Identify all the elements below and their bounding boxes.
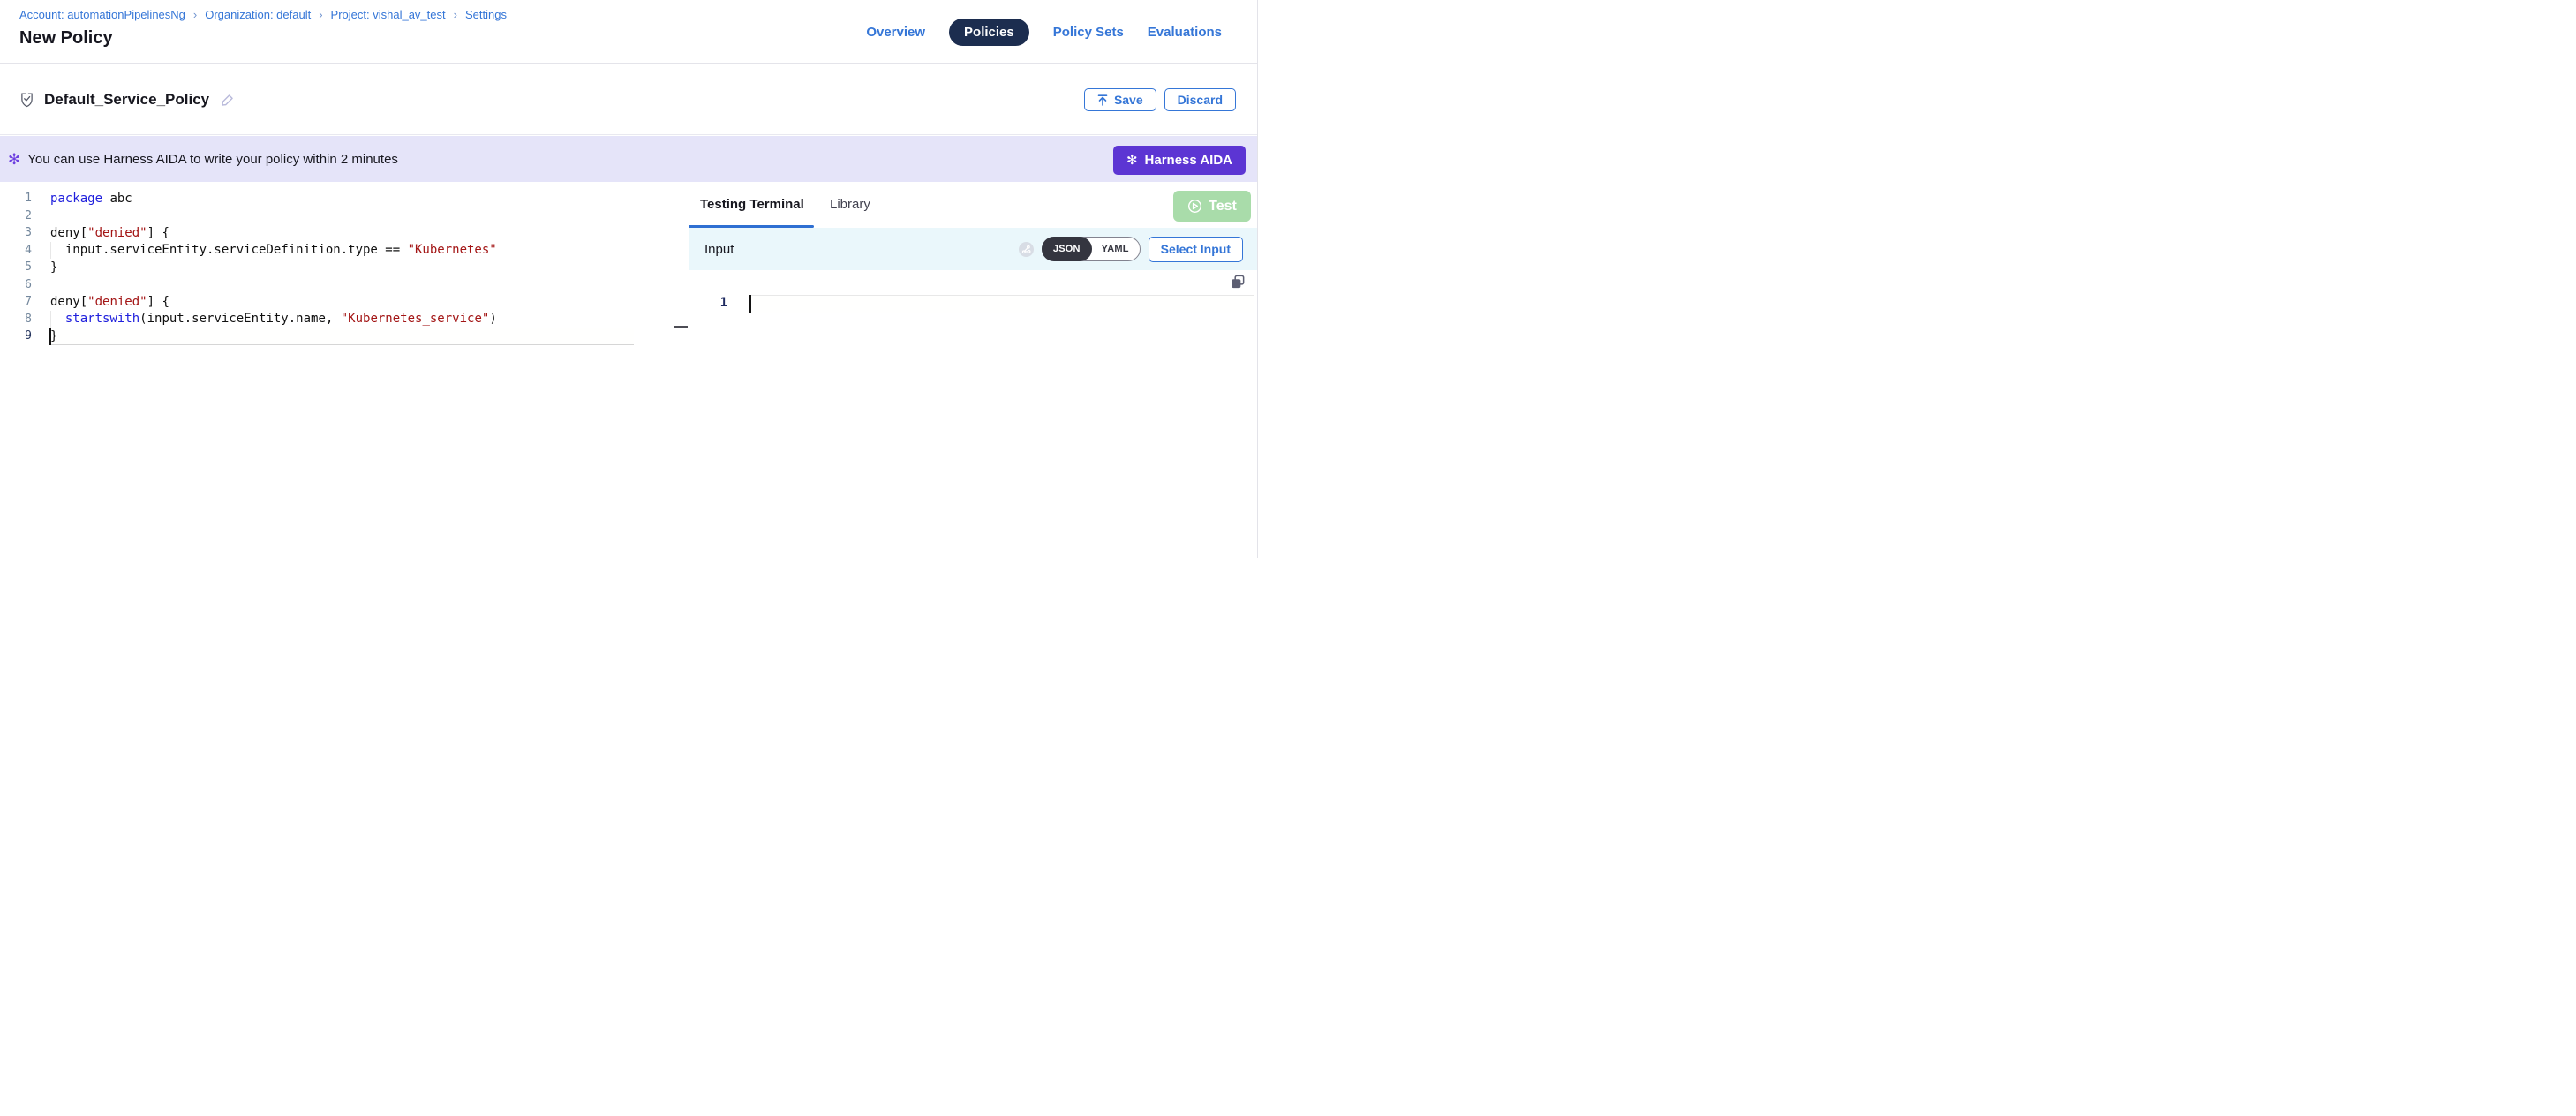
code-line[interactable]: 3 deny["denied"] { [0,224,689,242]
aida-banner-message: You can use Harness AIDA to write your p… [27,152,398,167]
tab-library[interactable]: Library [830,197,870,212]
code-content[interactable]: deny["denied"] { [50,293,169,311]
save-button[interactable]: Save [1084,88,1156,111]
code-content[interactable]: startswith(input.serviceEntity.name, "Ku… [50,311,497,328]
line-number: 3 [0,226,32,239]
edit-pencil-icon[interactable] [220,93,235,108]
input-label: Input [704,242,734,257]
test-button[interactable]: Test [1173,191,1251,222]
aida-banner: ✻ You can use Harness AIDA to write your… [0,136,1257,182]
editor-overview-ruler-cursor [674,326,688,328]
code-line[interactable]: 1 package abc [0,190,689,207]
policy-name: Default_Service_Policy [44,91,209,109]
code-content[interactable]: } [50,259,57,276]
terminal-tabs: Testing Terminal Library Test [689,182,1257,228]
aida-flower-icon: ✻ [8,152,20,167]
breadcrumb-separator: › [319,8,322,21]
page-title: New Policy [19,28,113,49]
breadcrumb-account[interactable]: Account: automationPipelinesNg [19,8,185,21]
tab-testing-terminal[interactable]: Testing Terminal [700,197,804,212]
policy-code-editor[interactable]: 1package abc23deny["denied"] {4 input.se… [0,190,689,345]
line-number: 9 [0,329,32,343]
line-number: 7 [0,295,32,308]
code-content[interactable]: deny["denied"] { [50,224,169,242]
harness-aida-button[interactable]: ✻ Harness AIDA [1113,146,1246,175]
line-number: 2 [0,209,32,222]
code-line[interactable]: 6 [0,276,689,294]
line-number: 4 [0,244,32,257]
code-line[interactable]: 8 startswith(input.serviceEntity.name, "… [0,311,689,328]
play-circle-icon [1187,199,1202,214]
line-number: 6 [0,278,32,291]
breadcrumb: Account: automationPipelinesNg › Organiz… [19,8,507,21]
copy-icon[interactable] [1231,275,1246,290]
code-content[interactable]: } [50,328,634,345]
code-content[interactable]: package abc [50,190,132,207]
content-right-border [1257,0,1258,558]
toggle-yaml[interactable]: YAML [1091,237,1140,261]
fork-icon[interactable] [1019,242,1034,257]
code-line[interactable]: 4 input.serviceEntity.serviceDefinition.… [0,242,689,260]
code-line[interactable]: 5} [0,259,689,276]
upload-icon [1097,94,1108,106]
discard-button[interactable]: Discard [1164,88,1236,111]
input-line-number: 1 [717,296,727,310]
breadcrumb-project[interactable]: Project: vishal_av_test [331,8,446,21]
tab-policies[interactable]: Policies [949,19,1029,46]
breadcrumb-organization[interactable]: Organization: default [205,8,311,21]
shield-check-icon [20,92,34,108]
policy-nav-tabs: Overview Policies Policy Sets Evaluation… [866,0,1222,64]
testing-terminal-panel: Testing Terminal Library Test Input [689,182,1257,558]
toggle-json[interactable]: JSON [1042,237,1092,261]
tab-policy-sets[interactable]: Policy Sets [1053,25,1124,40]
select-input-button[interactable]: Select Input [1149,237,1243,262]
policy-toolbar: Default_Service_Policy Save Dis [0,64,1257,135]
code-line[interactable]: 9} [0,328,689,345]
breadcrumb-separator: › [454,8,457,21]
line-number: 5 [0,260,32,274]
line-number: 1 [0,192,32,205]
input-editor[interactable]: 1 [689,295,1257,313]
breadcrumb-separator: › [193,8,197,21]
page-header: Account: automationPipelinesNg › Organiz… [0,0,1257,64]
line-number: 8 [0,313,32,326]
breadcrumb-settings[interactable]: Settings [465,8,507,21]
input-section-header: Input JSON YAML Select Input [689,228,1257,270]
text-cursor [749,295,751,313]
input-current-line[interactable] [750,295,1254,313]
tab-overview[interactable]: Overview [866,25,925,40]
code-line[interactable]: 7 deny["denied"] { [0,293,689,311]
code-line[interactable]: 2 [0,207,689,225]
code-content[interactable]: input.serviceEntity.serviceDefinition.ty… [50,242,497,260]
new-policy-page: Account: automationPipelinesNg › Organiz… [0,0,1288,558]
aida-flower-icon: ✻ [1126,154,1138,167]
format-toggle: JSON YAML [1042,237,1141,261]
tab-evaluations[interactable]: Evaluations [1148,25,1222,40]
policy-code-lines: 1package abc23deny["denied"] {4 input.se… [0,190,689,345]
